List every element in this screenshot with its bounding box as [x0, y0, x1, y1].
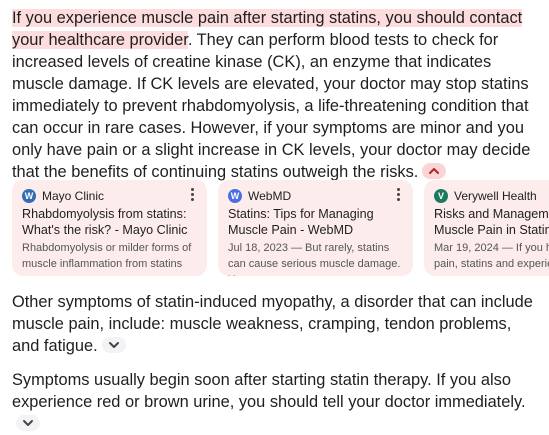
paragraph-3-text: Symptoms usually begin soon after starti…	[12, 371, 526, 411]
expand-sources-button[interactable]	[16, 415, 40, 431]
source-snippet: Jul 18, 2023 — But rarely, statins can c…	[228, 242, 401, 276]
answer-paragraph-2: Other symptoms of statin-induced myopath…	[12, 291, 542, 357]
source-title[interactable]: Statins: Tips for Managing Muscle Pain -…	[228, 206, 406, 238]
mayo-clinic-favicon-icon: W	[22, 189, 36, 203]
more-vert-icon[interactable]	[191, 188, 195, 202]
collapse-sources-button[interactable]	[422, 163, 447, 179]
answer-paragraph-1: If you experience muscle pain after star…	[12, 7, 542, 183]
more-vert-icon[interactable]	[397, 188, 401, 202]
source-title[interactable]: Rhabdomyolysis from statins: What's the …	[22, 206, 200, 238]
chevron-up-icon	[429, 168, 440, 174]
chevron-down-icon	[108, 342, 119, 348]
source-site-name: Verywell Health	[454, 189, 537, 203]
source-site-name: Mayo Clinic	[42, 189, 105, 203]
source-snippet: Rhabdomyolysis or milder forms of muscle…	[22, 242, 192, 276]
paragraph-1-text: . They can perform blood tests to check …	[12, 31, 531, 181]
source-card-mayo-clinic[interactable]: W Mayo Clinic Rhabdomyolysis from statin…	[12, 180, 207, 276]
answer-paragraph-3: Symptoms usually begin soon after starti…	[12, 369, 542, 435]
source-card-verywell-health[interactable]: V Verywell Health Risks and Management o…	[424, 180, 549, 276]
source-title[interactable]: Risks and Management of Muscle Pain in S…	[434, 206, 549, 238]
paragraph-2-text: Other symptoms of statin-induced myopath…	[12, 293, 533, 355]
verywell-health-favicon-icon: V	[434, 189, 448, 203]
source-header: W Mayo Clinic	[22, 188, 104, 204]
source-site-name: WebMD	[248, 189, 292, 203]
webmd-favicon-icon: W	[228, 189, 242, 203]
expand-sources-button[interactable]	[101, 337, 126, 353]
source-snippet: Mar 19, 2024 — If you have muscle pain, …	[434, 242, 549, 270]
source-header: W WebMD	[228, 188, 291, 204]
source-cards-carousel: W Mayo Clinic Rhabdomyolysis from statin…	[12, 180, 549, 276]
source-card-webmd[interactable]: W WebMD Statins: Tips for Managing Muscl…	[218, 180, 413, 276]
source-header: V Verywell Health	[434, 188, 537, 204]
